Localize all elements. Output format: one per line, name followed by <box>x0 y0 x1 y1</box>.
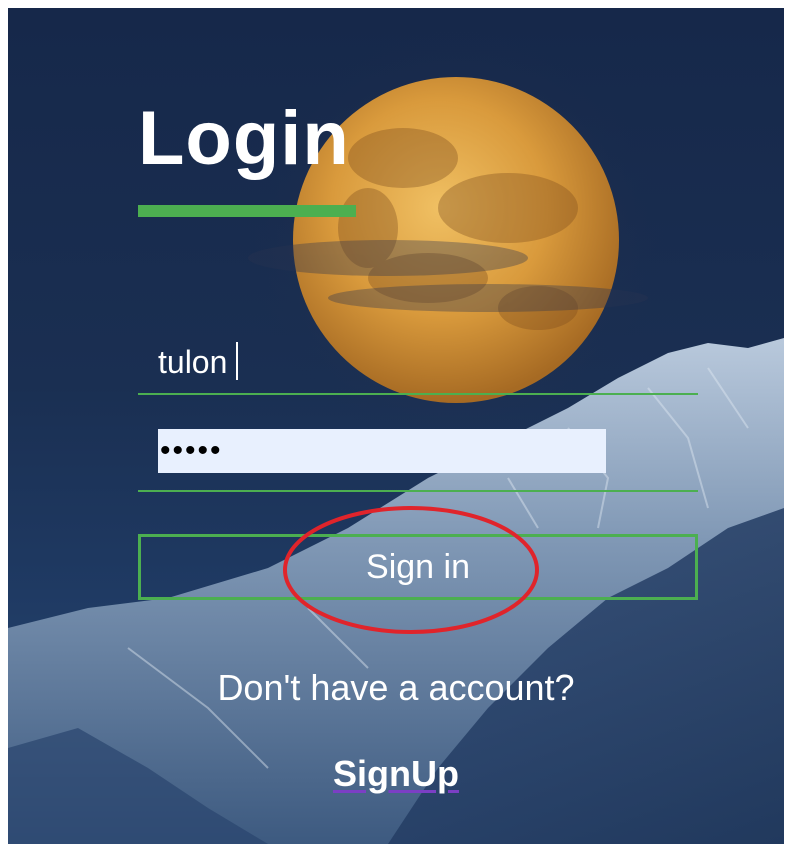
username-underline <box>138 393 698 395</box>
password-input[interactable] <box>158 429 606 473</box>
no-account-text: Don't have a account? <box>217 667 575 708</box>
title-underline <box>138 205 356 217</box>
page-title: Login <box>138 96 350 181</box>
text-caret <box>236 342 238 380</box>
password-underline <box>138 490 698 492</box>
sign-in-button[interactable]: Sign in <box>138 534 698 600</box>
login-card: Login Sign in Don't have a account? Sign… <box>8 8 784 844</box>
username-input[interactable] <box>138 334 698 390</box>
background-scene <box>8 30 784 844</box>
signup-link-row: SignUp <box>8 752 784 796</box>
signup-link[interactable]: SignUp <box>333 753 459 794</box>
